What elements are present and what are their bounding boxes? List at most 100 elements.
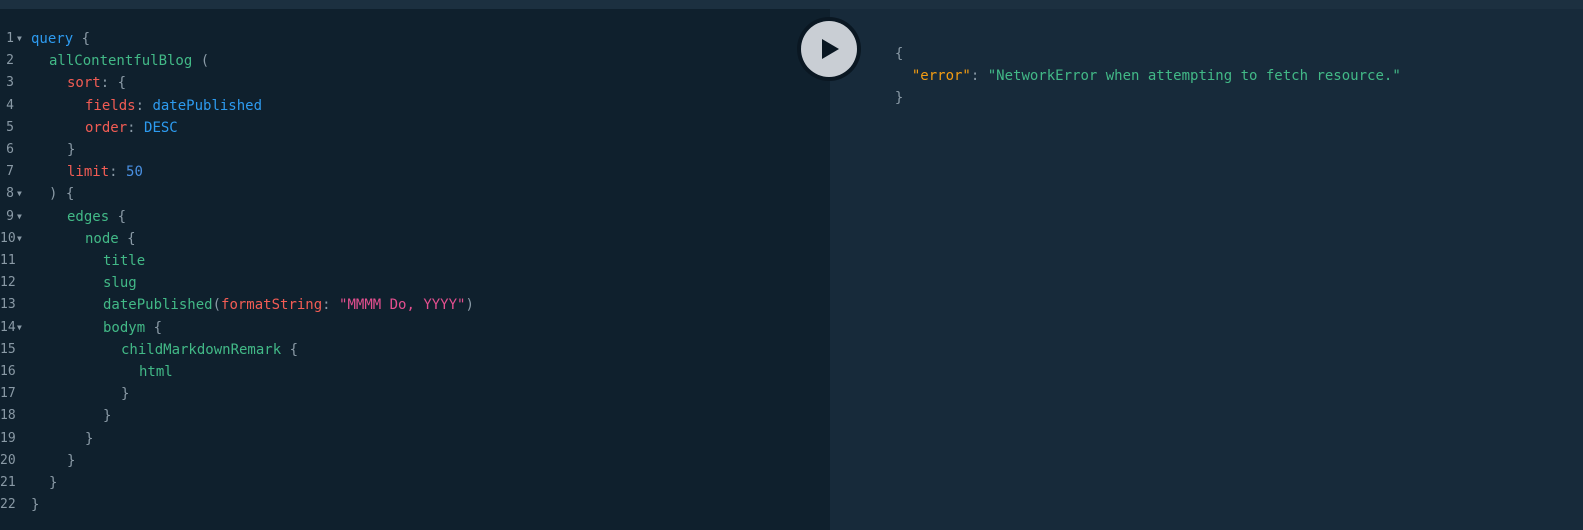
code-line[interactable]: 15 childMarkdownRemark {: [0, 339, 820, 361]
code-line[interactable]: 6}: [0, 139, 820, 161]
code-token: edges: [67, 208, 110, 225]
execute-query-button[interactable]: [797, 17, 861, 81]
code-line[interactable]: 17}: [0, 383, 820, 405]
code-token: formatString: [221, 297, 323, 314]
code-token: (: [192, 53, 210, 70]
code-token: datePublished: [152, 97, 263, 114]
code-text: }: [31, 472, 57, 494]
result-close-brace: }: [894, 90, 904, 106]
code-text: ) {: [31, 183, 74, 205]
code-token: slug: [103, 275, 137, 292]
code-line[interactable]: 19}: [0, 428, 820, 450]
code-line[interactable]: 8 ▼) {: [0, 183, 820, 205]
code-line[interactable]: 9 ▼ edges {: [0, 206, 820, 228]
fold-toggle-icon[interactable]: ▼: [17, 28, 22, 50]
code-token: order: [85, 119, 128, 136]
fold-toggle-icon[interactable]: ▼: [17, 206, 22, 228]
code-text: }: [31, 450, 75, 472]
code-line[interactable]: 12 slug: [0, 272, 820, 294]
code-token: {: [118, 230, 136, 247]
code-line[interactable]: 4 fields: datePublished: [0, 95, 820, 117]
code-token: html: [139, 364, 173, 380]
result-line: {: [886, 21, 903, 62]
code-token: (: [212, 297, 222, 314]
code-token: node: [85, 230, 119, 247]
line-number: 20: [0, 452, 16, 468]
code-text: query {: [31, 28, 90, 50]
code-token: allContentfulBlog: [49, 53, 193, 70]
code-token: query: [31, 31, 74, 47]
line-number: 4: [6, 97, 14, 113]
fold-toggle-icon[interactable]: ▼: [17, 228, 22, 250]
execute-button-face: [801, 21, 857, 77]
code-token: }: [121, 386, 130, 403]
code-token: limit: [67, 164, 110, 181]
code-text: limit: 50: [31, 161, 143, 183]
code-token: :: [127, 119, 145, 136]
line-number: 22: [0, 497, 16, 513]
code-line[interactable]: 14 ▼ bodym {: [0, 317, 820, 339]
result-line: }: [886, 65, 903, 106]
line-number: 14: [0, 319, 16, 335]
code-text: }: [31, 383, 129, 405]
code-line[interactable]: 21}: [0, 472, 820, 494]
code-line[interactable]: 10 ▼ node {: [0, 228, 820, 250]
code-token: }: [67, 142, 76, 158]
code-text: childMarkdownRemark {: [31, 339, 298, 361]
code-text: datePublished(formatString: "MMMM Do, YY…: [31, 294, 474, 316]
code-line[interactable]: 2 allContentfulBlog (: [0, 50, 820, 72]
code-token: }: [49, 475, 58, 491]
line-number: 15: [0, 341, 16, 357]
code-token: {: [109, 208, 127, 225]
code-line[interactable]: 3 sort: {: [0, 72, 820, 94]
code-text: }: [31, 494, 39, 516]
code-token: :: [322, 297, 340, 314]
line-number: 11: [0, 253, 16, 268]
code-line[interactable]: 22}: [0, 494, 820, 516]
code-token: }: [85, 430, 94, 447]
code-token: ): [465, 297, 474, 314]
line-number: 18: [0, 408, 16, 424]
code-line[interactable]: 13 datePublished(formatString: "MMMM Do, …: [0, 294, 820, 316]
code-token: :: [109, 164, 127, 181]
code-text: edges {: [31, 206, 126, 228]
code-line[interactable]: 11 title: [0, 250, 820, 272]
code-text: allContentfulBlog (: [31, 50, 209, 72]
code-token: {: [73, 31, 91, 47]
line-number: 10: [0, 230, 16, 246]
code-token: fields: [85, 97, 136, 114]
code-line[interactable]: 1 ▼ query {: [0, 28, 820, 50]
code-token: DESC: [144, 119, 178, 136]
result-viewer: [830, 9, 1583, 530]
query-editor[interactable]: 1 ▼ query {2 allContentfulBlog (3 sort: {4 fi…: [0, 9, 830, 530]
code-token: ) {: [49, 186, 75, 203]
code-text: sort: {: [31, 72, 126, 94]
code-token: }: [31, 497, 40, 514]
code-line[interactable]: 20}: [0, 450, 820, 472]
fold-toggle-icon[interactable]: ▼: [17, 317, 22, 339]
line-number: 21: [0, 475, 16, 490]
code-text: title: [31, 250, 145, 272]
result-line: "error": "NetworkError when attempting t…: [895, 43, 1401, 84]
code-text: html: [31, 361, 173, 383]
line-number: 19: [0, 430, 16, 446]
code-line[interactable]: 16 html: [0, 361, 820, 383]
result-colon: :: [970, 68, 988, 84]
line-number: 6: [6, 142, 14, 157]
play-icon: [822, 39, 839, 59]
code-text: bodym {: [31, 317, 162, 339]
code-token: title: [103, 253, 146, 269]
code-token: bodym: [103, 319, 146, 336]
code-text: order: DESC: [31, 117, 178, 139]
line-number: 17: [0, 386, 16, 402]
code-token: 50: [126, 164, 143, 181]
code-line[interactable]: 18}: [0, 405, 820, 427]
line-number: 1: [6, 31, 14, 46]
code-line[interactable]: 7 limit: 50: [0, 161, 820, 183]
fold-toggle-icon[interactable]: ▼: [17, 183, 22, 205]
code-token: : {: [100, 75, 127, 92]
code-line[interactable]: 5 order: DESC: [0, 117, 820, 139]
code-token: childMarkdownRemark: [121, 341, 282, 358]
code-token: }: [67, 452, 76, 469]
code-token: {: [281, 341, 299, 358]
